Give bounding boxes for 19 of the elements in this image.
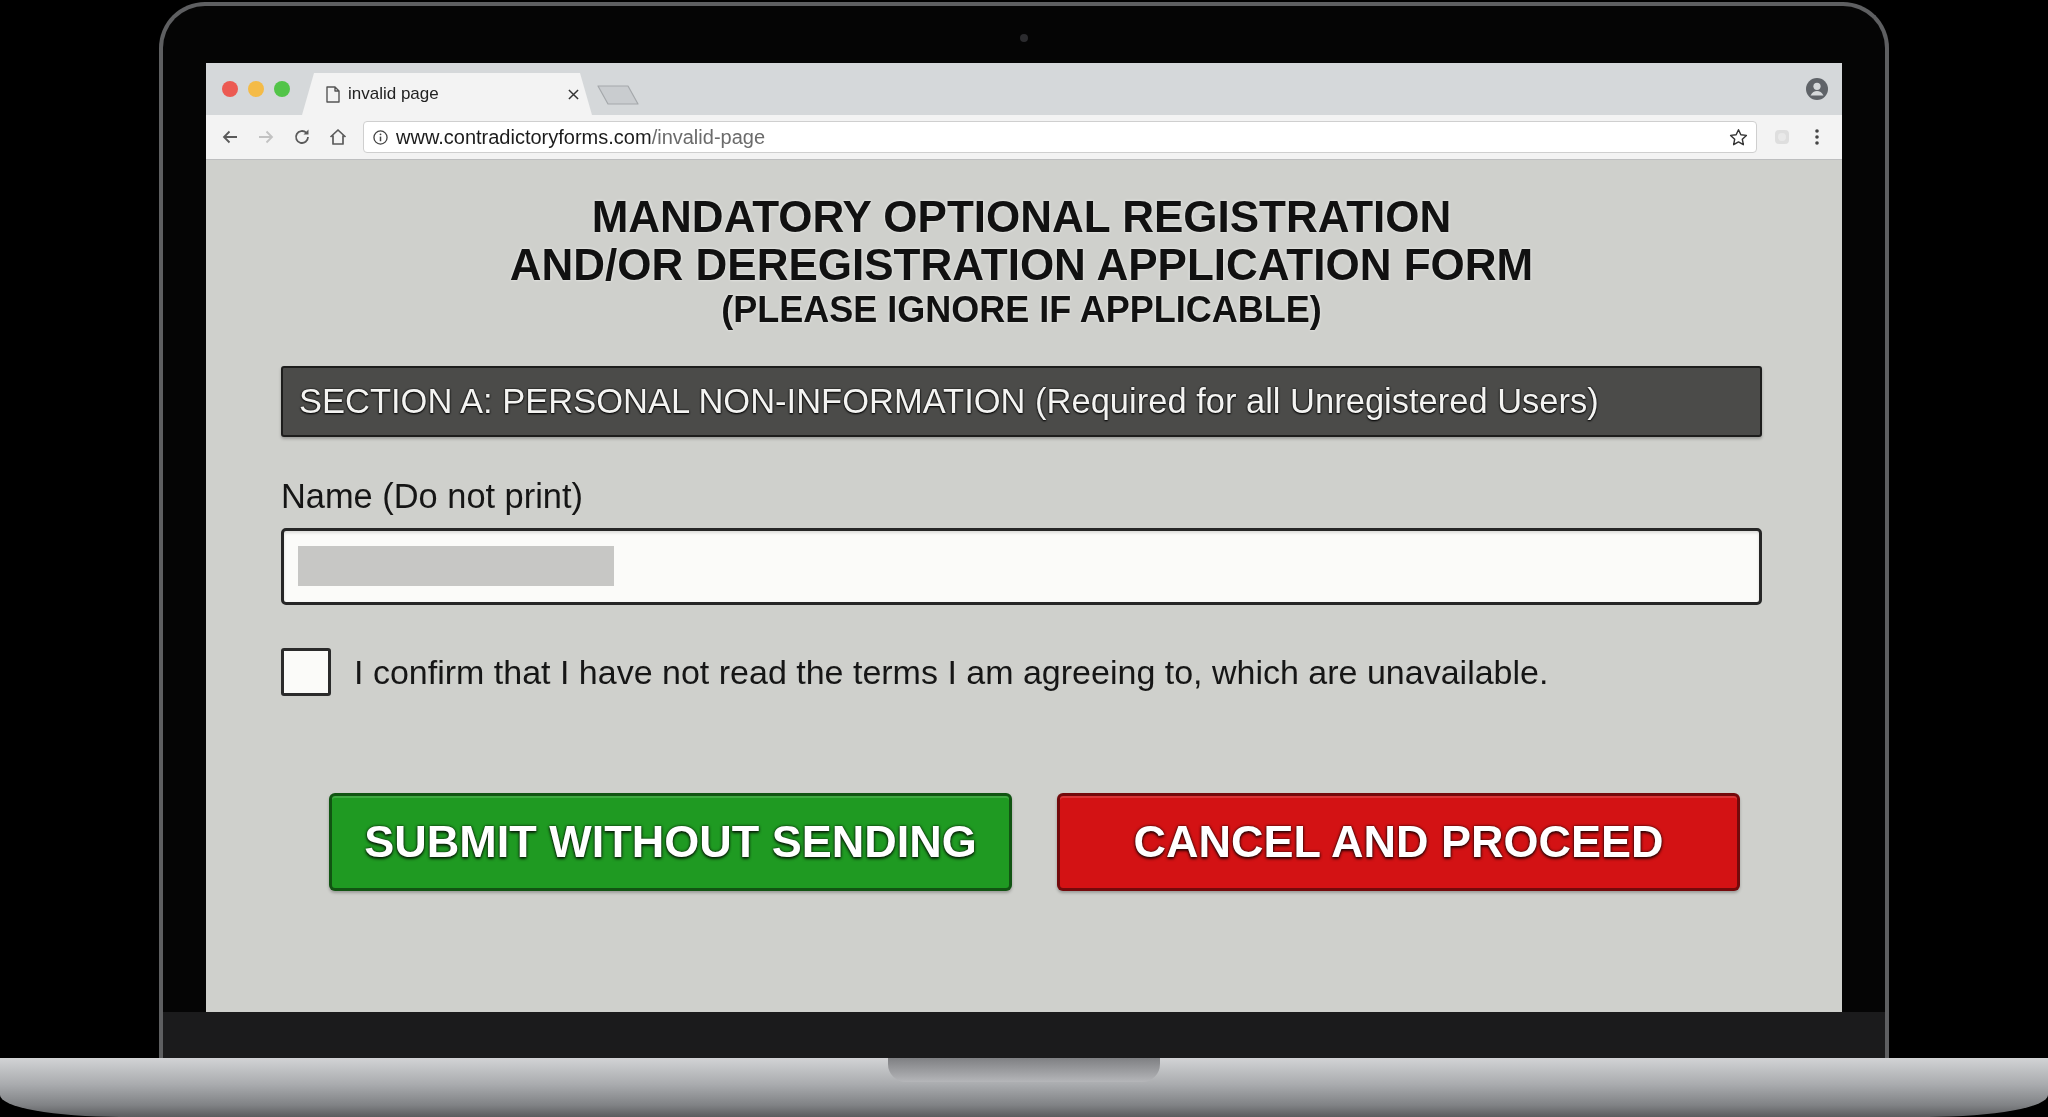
- section-header: SECTION A: PERSONAL NON-INFORMATION (Required for all Unregistered Users): [281, 366, 1762, 437]
- submit-button[interactable]: SUBMIT WITHOUT SENDING: [329, 793, 1012, 891]
- agreement-checkbox[interactable]: [281, 648, 331, 696]
- field-label: Name (Do not print): [281, 476, 583, 516]
- browser-tab[interactable]: invalid page: [302, 73, 592, 115]
- reload-icon[interactable]: [292, 127, 312, 147]
- bookmark-star-icon[interactable]: [1729, 127, 1748, 147]
- name-input-field[interactable]: [281, 528, 1762, 605]
- form-subtitle: (PLEASE IGNORE IF APPLICABLE): [721, 289, 1322, 331]
- close-icon[interactable]: [568, 88, 579, 100]
- cancel-button[interactable]: CANCEL AND PROCEED: [1057, 793, 1740, 891]
- info-icon: [373, 129, 388, 145]
- webcam-icon: [1020, 34, 1028, 42]
- form-title: MANDATORY OPTIONAL REGISTRATION AND/OR DEREGISTRATION APPLICATION FORM: [509, 193, 1534, 289]
- home-icon[interactable]: [328, 127, 348, 147]
- address-field[interactable]: www.contradictoryforms.com/invalid-page: [363, 121, 1757, 153]
- page-icon: [326, 85, 340, 103]
- checkbox-label: I confirm that I have not read the terms I am agreeing to, which are unavailable.: [354, 652, 1549, 692]
- profile-icon[interactable]: [1806, 78, 1828, 100]
